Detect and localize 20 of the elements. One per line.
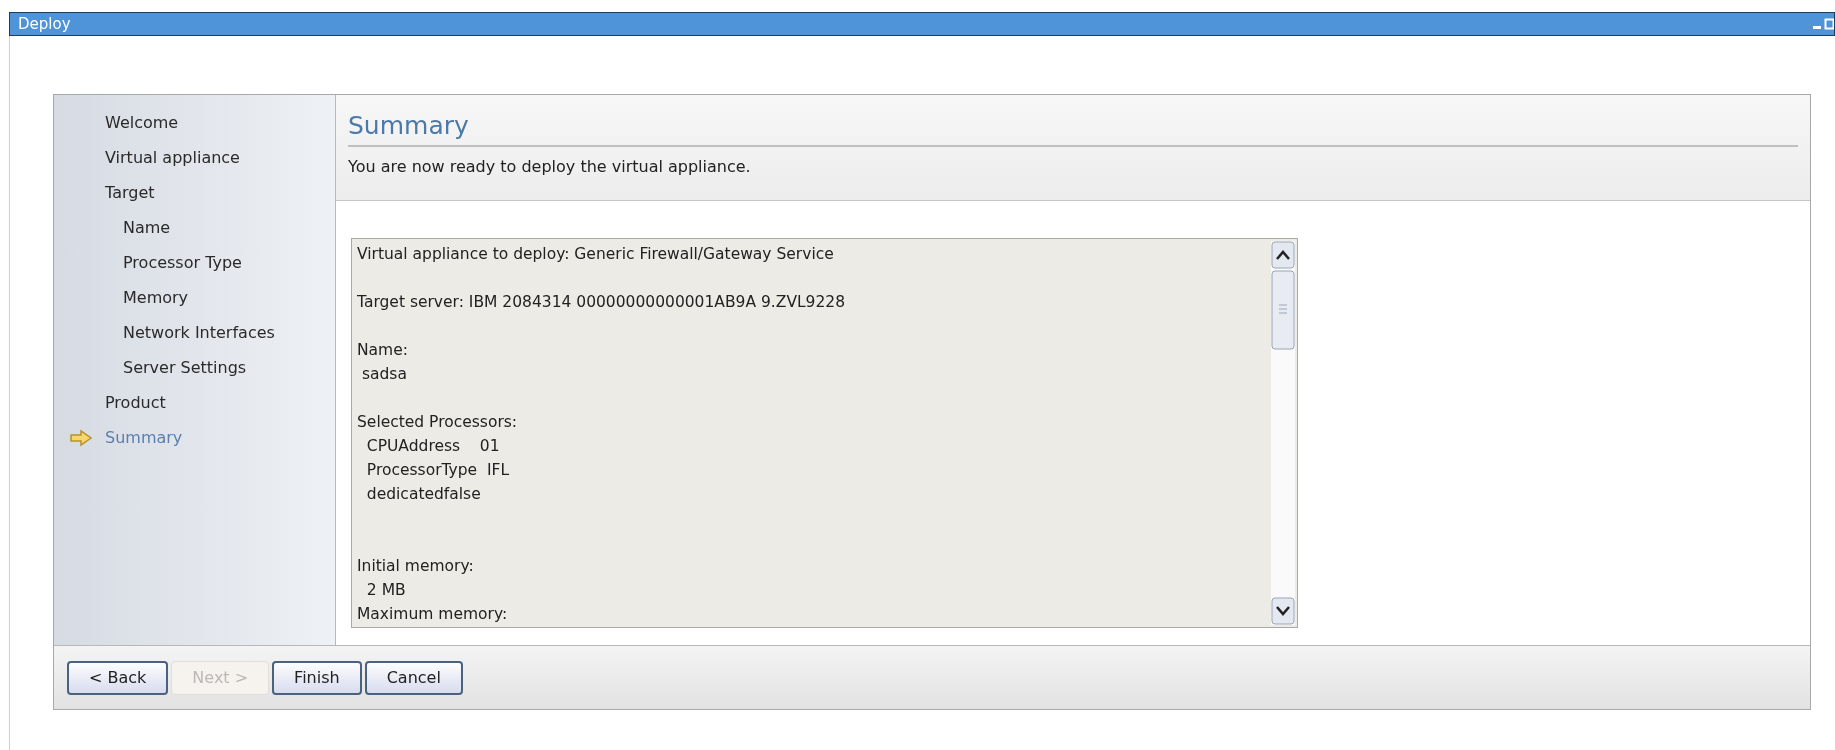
wizard-button[interactable]: Cancel bbox=[364, 660, 463, 695]
window-title: Deploy bbox=[17, 13, 71, 35]
page-title: Summary bbox=[348, 109, 1798, 147]
vertical-scrollbar[interactable] bbox=[1271, 241, 1295, 625]
maximize-icon[interactable] bbox=[1824, 18, 1834, 30]
wizard-button[interactable]: < Back bbox=[67, 660, 169, 695]
sidebar-item[interactable]: Name bbox=[123, 215, 171, 240]
sidebar-item[interactable]: Processor Type bbox=[123, 250, 242, 275]
page-description: You are now ready to deploy the virtual appliance. bbox=[348, 156, 752, 178]
sidebar-item[interactable]: Server Settings bbox=[123, 355, 247, 380]
summary-text: Virtual appliance to deploy: Generic Firewall/Gateway Service Target server: IBM 2084314 00000000000001AB9A 9.ZVL9228 Name: sadsa Selected Processors: CPUAddress 01 ProcessorType IFL dedicatedfalse Initial memory: 2 MB Maximum memory: bbox=[357, 245, 846, 623]
sidebar-item[interactable]: Network Interfaces bbox=[123, 320, 275, 345]
sidebar-item[interactable]: Memory bbox=[123, 285, 189, 310]
summary-text-area[interactable] bbox=[351, 238, 1298, 628]
sidebar-item[interactable]: Virtual appliance bbox=[105, 145, 240, 170]
sidebar-item[interactable]: Welcome bbox=[105, 110, 179, 135]
arrow-right-icon bbox=[69, 428, 93, 447]
wizard-button[interactable]: Finish bbox=[272, 660, 362, 695]
sidebar-item[interactable]: Target bbox=[105, 180, 155, 205]
sidebar-item[interactable]: Product bbox=[105, 390, 166, 415]
